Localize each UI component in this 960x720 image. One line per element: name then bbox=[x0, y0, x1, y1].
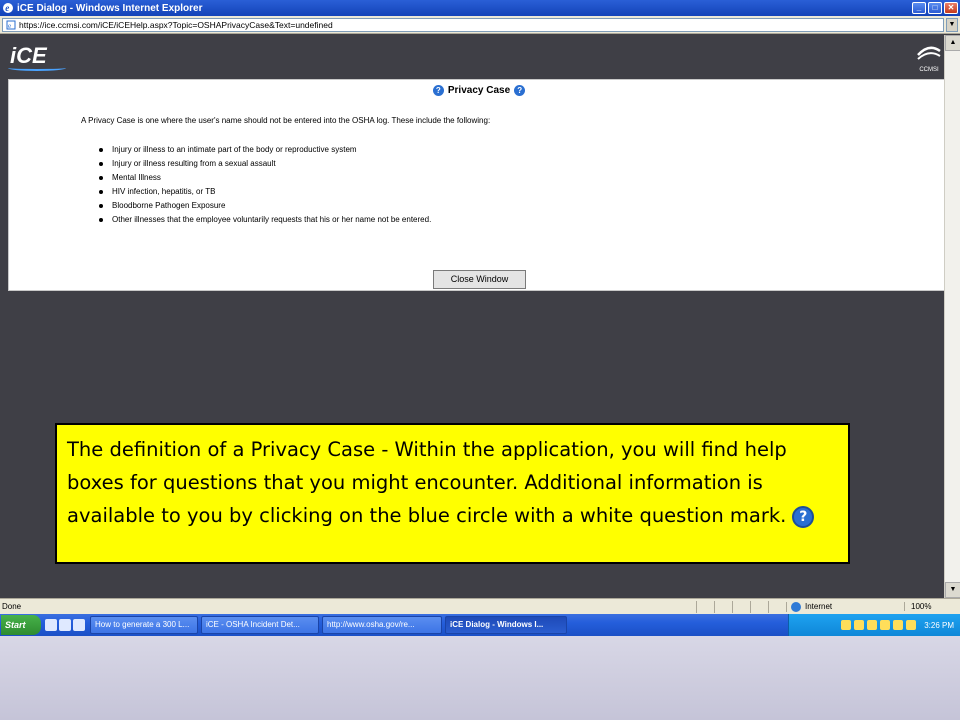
window-title-bar: e iCE Dialog - Windows Internet Explorer… bbox=[0, 0, 960, 16]
quick-launch-icon[interactable] bbox=[73, 619, 85, 631]
ccmsi-swirl-icon bbox=[917, 46, 941, 60]
taskbar-item[interactable]: http://www.osha.gov/re... bbox=[322, 616, 442, 634]
tray-icon[interactable] bbox=[841, 620, 852, 630]
address-dropdown-icon[interactable]: ▼ bbox=[946, 17, 958, 32]
svg-text:e: e bbox=[8, 22, 11, 30]
taskbar-item-active[interactable]: iCE Dialog - Windows I... bbox=[445, 616, 567, 634]
status-bar: Done Internet 100% bbox=[0, 598, 960, 614]
url-field[interactable]: e https://ice.ccmsi.com/iCE/iCEHelp.aspx… bbox=[2, 17, 944, 32]
tray-icon[interactable] bbox=[906, 620, 917, 630]
window-title: iCE Dialog - Windows Internet Explorer bbox=[17, 2, 203, 14]
ie-logo-icon: e bbox=[3, 3, 13, 13]
list-item: Bloodborne Pathogen Exposure bbox=[99, 199, 431, 213]
help-icon[interactable]: ? bbox=[514, 85, 526, 96]
page-icon: e bbox=[6, 20, 16, 30]
scroll-down-icon[interactable]: ▼ bbox=[945, 582, 960, 598]
help-icon[interactable]: ? bbox=[432, 85, 444, 96]
privacy-case-list: Injury or illness to an intimate part of… bbox=[99, 143, 431, 227]
tray-icon[interactable] bbox=[880, 620, 891, 630]
close-window-button[interactable]: Close Window bbox=[433, 270, 526, 289]
dialog-title-text: Privacy Case bbox=[447, 85, 511, 97]
ccmsi-logo: CCMSI bbox=[912, 43, 946, 77]
status-cell bbox=[696, 600, 714, 613]
vertical-scrollbar[interactable]: ▲ ▼ bbox=[944, 35, 960, 598]
taskbar-item[interactable]: iCE - OSHA Incident Det... bbox=[201, 616, 319, 634]
annotation-callout: The definition of a Privacy Case - Withi… bbox=[55, 423, 850, 564]
tray-icon[interactable] bbox=[893, 620, 904, 630]
taskbar: Start How to generate a 300 L... iCE - O… bbox=[0, 614, 960, 636]
close-window-icon[interactable]: ✕ bbox=[944, 2, 958, 14]
svg-text:e: e bbox=[5, 3, 9, 13]
slide-background bbox=[0, 636, 960, 720]
quick-launch-icon[interactable] bbox=[59, 619, 71, 631]
ice-header: iCE CCMSI bbox=[0, 35, 960, 79]
status-cell bbox=[714, 600, 732, 613]
minimize-button[interactable]: _ bbox=[912, 2, 926, 14]
start-button[interactable]: Start bbox=[1, 615, 41, 635]
url-text: https://ice.ccmsi.com/iCE/iCEHelp.aspx?T… bbox=[19, 19, 333, 30]
ccmsi-text: CCMSI bbox=[919, 67, 939, 73]
clock: 3:26 PM bbox=[924, 620, 954, 630]
system-tray: 3:26 PM bbox=[788, 614, 960, 636]
globe-icon bbox=[791, 601, 801, 612]
tray-icons bbox=[838, 620, 917, 630]
ice-logo: iCE bbox=[8, 43, 66, 71]
logo-swoosh bbox=[8, 65, 66, 71]
zoom-text: 100% bbox=[911, 602, 932, 611]
security-zone: Internet bbox=[786, 601, 904, 612]
maximize-button[interactable]: □ bbox=[928, 2, 942, 14]
tray-icon[interactable] bbox=[854, 620, 865, 630]
address-bar: e https://ice.ccmsi.com/iCE/iCEHelp.aspx… bbox=[0, 16, 960, 34]
help-dialog: ? Privacy Case? A Privacy Case is one whe… bbox=[8, 79, 950, 291]
zone-label: Internet bbox=[805, 602, 833, 611]
list-item: Other illnesses that the employee volunt… bbox=[99, 213, 431, 227]
list-item: HIV infection, hepatitis, or TB bbox=[99, 185, 431, 199]
zoom-level[interactable]: 100% bbox=[904, 602, 960, 611]
dialog-intro: A Privacy Case is one where the user's n… bbox=[81, 116, 491, 125]
scroll-up-icon[interactable]: ▲ bbox=[945, 35, 960, 51]
status-cell bbox=[768, 600, 786, 613]
status-cell bbox=[750, 600, 768, 613]
help-question-icon: ? bbox=[792, 505, 815, 528]
list-item: Injury or illness to an intimate part of… bbox=[99, 143, 431, 157]
status-cells bbox=[696, 600, 786, 613]
callout-text: The definition of a Privacy Case - Withi… bbox=[67, 438, 787, 527]
taskbar-item[interactable]: How to generate a 300 L... bbox=[90, 616, 198, 634]
start-label: Start bbox=[5, 620, 26, 630]
quick-launch-icon[interactable] bbox=[45, 619, 57, 631]
list-item: Mental Illness bbox=[99, 171, 431, 185]
dialog-title: ? Privacy Case? bbox=[9, 85, 949, 96]
tray-icon[interactable] bbox=[867, 620, 878, 630]
status-cell bbox=[732, 600, 750, 613]
quick-launch bbox=[45, 619, 87, 631]
status-text: Done bbox=[2, 602, 22, 611]
list-item: Injury or illness resulting from a sexua… bbox=[99, 157, 431, 171]
